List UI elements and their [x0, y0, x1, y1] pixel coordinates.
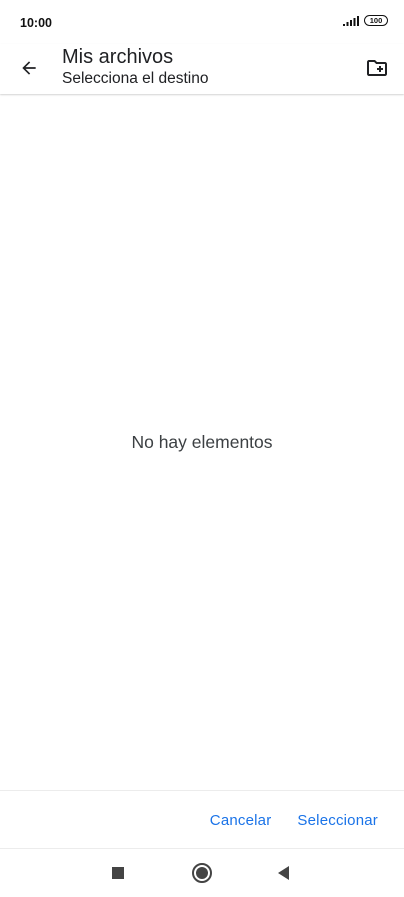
battery-level: 100 [369, 15, 383, 25]
square-icon [112, 867, 124, 879]
status-bar: 10:00 100 [0, 0, 404, 44]
status-time: 10:00 [20, 16, 52, 30]
create-new-folder-icon [367, 60, 387, 76]
navigation-bar [0, 849, 404, 897]
home-button[interactable] [190, 861, 214, 885]
arrow-back-icon [22, 61, 36, 75]
battery-icon: 100 [364, 15, 388, 26]
recents-button[interactable] [106, 861, 130, 885]
new-folder-button[interactable] [362, 53, 392, 83]
screen: 10:00 100 Mis archivos Selecciona el des… [0, 0, 404, 897]
cancel-button[interactable]: Cancelar [197, 812, 285, 829]
action-bar: Cancelar Seleccionar [197, 800, 404, 840]
action-divider [0, 790, 404, 791]
back-button[interactable] [14, 53, 44, 83]
system-back-button[interactable] [272, 861, 296, 885]
status-icons: 100 [343, 15, 388, 26]
empty-state-message: No hay elementos [131, 432, 273, 452]
app-bar: Mis archivos Selecciona el destino [0, 44, 404, 94]
select-button[interactable]: Seleccionar [284, 812, 404, 829]
triangle-back-icon [278, 866, 289, 880]
page-subtitle: Selecciona el destino [62, 70, 209, 87]
page-title: Mis archivos [62, 46, 174, 68]
title-block: Mis archivos Selecciona el destino [62, 45, 209, 89]
signal-icon [343, 15, 359, 26]
circle-icon [192, 863, 212, 883]
